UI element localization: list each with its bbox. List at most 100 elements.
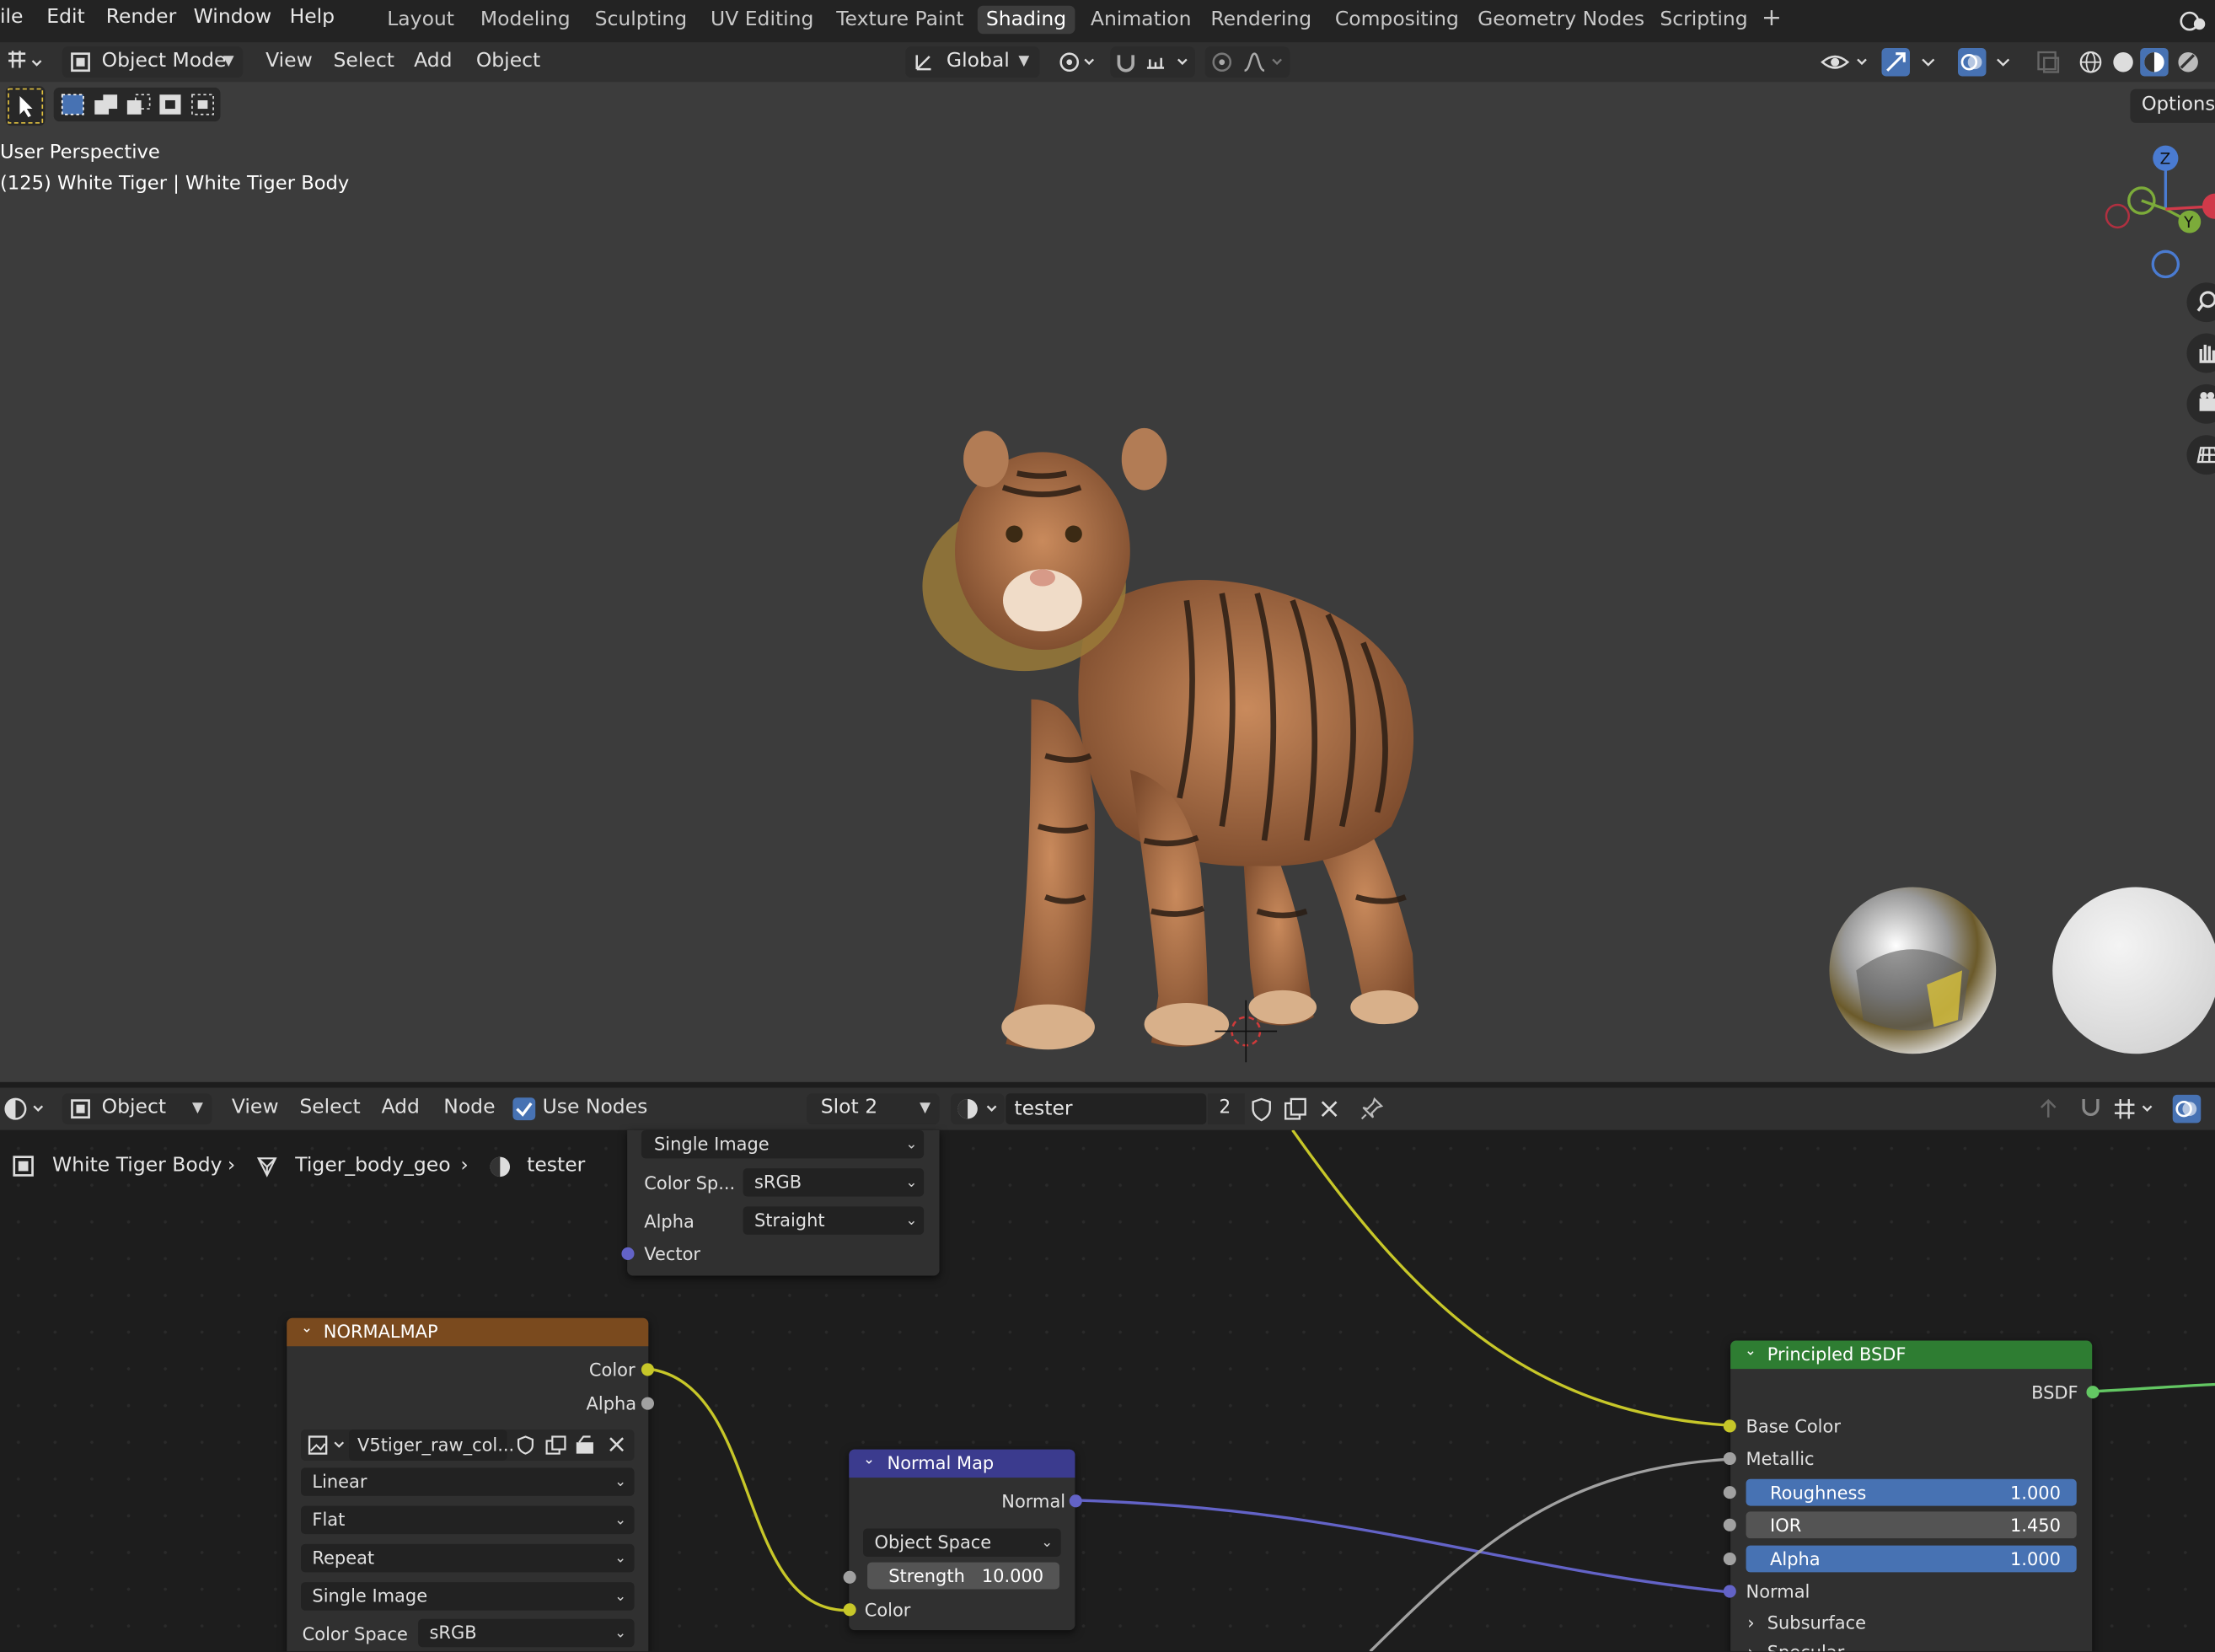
viewport-menu-add[interactable]: Add [414,50,452,72]
tab-shading[interactable]: Shading [977,5,1075,35]
alpha-output-socket[interactable] [641,1397,654,1410]
tab-rendering[interactable]: Rendering [1210,8,1311,31]
unlink-close-icon[interactable] [1315,1095,1343,1124]
normal-output-socket[interactable] [1069,1494,1082,1508]
normal-map-node-header[interactable]: ⌄ Normal Map [849,1449,1075,1478]
principled-bsdf-node[interactable]: ⌄ Principled BSDF BSDF Base Color Metall… [1723,1340,2100,1652]
pivot-point-icon[interactable] [1054,48,1099,77]
color-space-dropdown[interactable]: sRGB ⌄ [418,1618,635,1648]
menu-help[interactable]: Help [290,6,335,29]
viewport-menu-object[interactable]: Object [476,50,540,72]
image-name-field[interactable]: V5tiger_raw_col... [348,1429,514,1462]
image-texture-node-top[interactable]: Single Image ⌄ Color Sp... sRGB ⌄ Alpha … [621,1129,940,1276]
chevron-right-icon[interactable]: › [1747,1642,1754,1652]
use-nodes-label[interactable]: Use Nodes [543,1097,648,1119]
material-name-field[interactable]: tester [1006,1093,1207,1125]
tab-texture-paint[interactable]: Texture Paint [836,8,963,31]
ior-field[interactable]: IOR 1.450 [1746,1511,2077,1539]
normal-map-node[interactable]: ⌄ Normal Map Normal Object Space ⌄ Stren… [843,1449,1082,1631]
viewport-menu-select[interactable]: Select [334,50,394,72]
user-count-badge[interactable]: 2 [1207,1093,1245,1125]
metallic-input-socket[interactable] [1723,1451,1736,1466]
vector-input-socket[interactable] [621,1247,635,1261]
camera-view-button[interactable] [2186,384,2215,424]
pin-icon[interactable] [1358,1095,1386,1124]
tab-uv-editing[interactable]: UV Editing [711,8,813,31]
use-nodes-checkbox[interactable] [512,1097,536,1121]
duplicate-image-icon[interactable] [544,1434,569,1456]
gizmo-toggle[interactable] [1881,47,1910,77]
chevron-down-icon[interactable] [1916,48,1941,77]
node-menu-add[interactable]: Add [382,1097,420,1119]
scene-icon[interactable] [2178,7,2209,35]
fake-user-shield-icon[interactable] [1247,1095,1276,1124]
shader-type-dropdown[interactable]: Object ▼ [62,1093,212,1125]
select-extend-icon[interactable] [90,90,121,119]
normalmap-image-node[interactable]: ⌄ NORMALMAP Color Alpha V5tiger_raw_col.… [287,1317,654,1652]
image-browse-icon[interactable] [307,1434,349,1456]
principled-node-header[interactable]: ⌄ Principled BSDF [1730,1340,2093,1370]
tab-modeling[interactable]: Modeling [480,8,571,31]
snap-grid-icon[interactable] [2110,1095,2161,1124]
unlink-close-icon[interactable] [604,1434,630,1456]
source-dropdown[interactable]: Single Image ⌄ [300,1582,635,1611]
overlays-toggle[interactable] [1957,47,1987,77]
proportional-editing-icon[interactable] [1209,51,1235,73]
select-intersect-icon[interactable] [188,90,219,119]
solid-shading-icon[interactable] [2109,48,2137,77]
specular-panel-label[interactable]: Specular [1767,1642,1845,1652]
node-menu-select[interactable]: Select [299,1097,360,1119]
viewport-menu-view[interactable]: View [265,50,313,72]
interpolation-dropdown[interactable]: Linear ⌄ [300,1467,635,1496]
wireframe-shading-icon[interactable] [2077,48,2105,77]
image-selector[interactable]: V5tiger_raw_col... [300,1429,635,1462]
menu-edit[interactable]: Edit [46,6,84,29]
snap-magnet-icon[interactable] [2077,1095,2105,1124]
alpha-mode-dropdown[interactable]: Straight ⌄ [743,1206,925,1235]
visibility-eye-icon[interactable] [1820,48,1874,77]
material-preview-toggle[interactable] [2140,47,2169,77]
parent-node-tree-icon[interactable] [2034,1095,2062,1124]
ior-input-socket[interactable] [1723,1518,1736,1531]
roughness-input-socket[interactable] [1723,1486,1736,1499]
tab-sculpting[interactable]: Sculpting [595,8,688,31]
bsdf-output-socket[interactable] [2086,1386,2100,1399]
color-output-socket[interactable] [641,1363,654,1376]
transform-orientation-dropdown[interactable]: Global ▼ [905,46,1040,78]
tiger-model[interactable] [918,416,1440,1066]
material-slot-dropdown[interactable]: Slot 2 ▼ [807,1093,940,1125]
menu-window[interactable]: Window [194,6,272,29]
zoom-button[interactable] [2186,282,2215,323]
select-subtract-icon[interactable] [123,90,154,119]
snap-increment-icon[interactable] [1145,51,1193,73]
tool-select-box[interactable] [5,86,46,126]
pan-button[interactable] [2186,333,2215,373]
xray-icon[interactable] [2034,48,2062,77]
browse-material-button[interactable] [950,1093,1005,1125]
base-color-input-socket[interactable] [1723,1419,1736,1433]
rendered-shading-icon[interactable] [2174,48,2202,77]
color-space-dropdown[interactable]: sRGB ⌄ [743,1168,925,1197]
menu-render[interactable]: Render [106,6,177,29]
node-overlays-toggle[interactable] [2172,1094,2202,1124]
select-invert-icon[interactable] [155,90,186,119]
node-menu-node[interactable]: Node [443,1097,495,1119]
normalmap-node-header[interactable]: ⌄ NORMALMAP [287,1317,649,1347]
chevron-down-icon[interactable] [1991,48,2016,77]
tab-compositing[interactable]: Compositing [1335,8,1459,31]
options-button[interactable]: Options [2130,88,2215,123]
chevron-right-icon[interactable]: › [1747,1612,1754,1633]
extension-dropdown[interactable]: Repeat ⌄ [300,1543,635,1573]
duplicate-material-icon[interactable] [1281,1095,1310,1124]
tab-animation[interactable]: Animation [1091,8,1192,31]
falloff-curve-icon[interactable] [1242,51,1287,73]
normal-input-socket[interactable] [1723,1585,1736,1598]
open-image-icon[interactable] [573,1434,598,1456]
alpha-field[interactable]: Alpha 1.000 [1746,1545,2077,1573]
roughness-field[interactable]: Roughness 1.000 [1746,1478,2077,1506]
select-new-icon[interactable] [58,90,89,119]
alpha-input-socket[interactable] [1723,1552,1736,1566]
projection-dropdown[interactable]: Single Image ⌄ [641,1129,925,1159]
strength-field[interactable]: Strength 10.000 [867,1562,1060,1590]
menu-file[interactable]: ile [0,6,23,29]
